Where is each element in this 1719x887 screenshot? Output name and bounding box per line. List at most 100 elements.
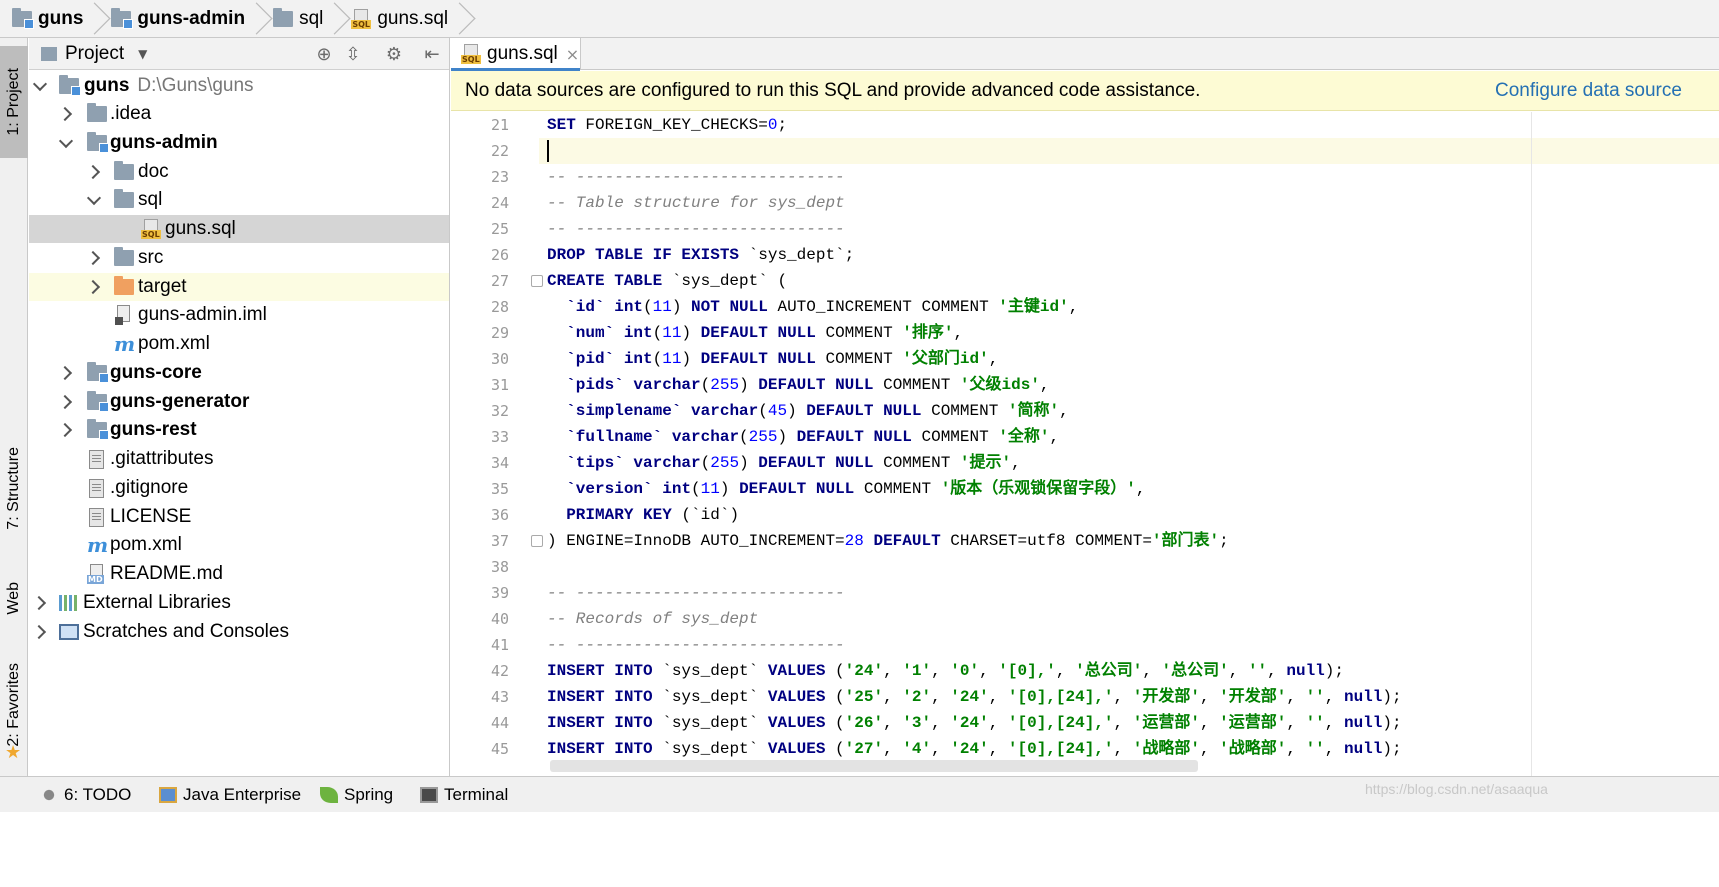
tree-item-readme[interactable]: MD README.md xyxy=(29,560,449,588)
structure-tool-button[interactable]: 7: Structure xyxy=(0,428,28,548)
tab-guns-sql[interactable]: SQL guns.sql × xyxy=(451,38,581,71)
tree-item-label: guns-generator xyxy=(110,391,250,412)
tree-item-guns-generator[interactable]: guns-generator xyxy=(29,388,449,416)
line-number: 21 xyxy=(490,116,509,134)
chevron-right-icon[interactable] xyxy=(87,280,101,294)
code-token: -- ---------------------------- xyxy=(547,220,845,238)
chevron-down-icon[interactable] xyxy=(33,79,47,93)
code-token: ; xyxy=(1219,532,1229,550)
code-token: '版本（乐观锁保留字段）' xyxy=(940,480,1136,498)
code-token: COMMENT xyxy=(873,454,960,472)
breadcrumb-guns[interactable]: guns xyxy=(0,0,89,38)
tree-item-guns-core[interactable]: guns-core xyxy=(29,359,449,387)
chevron-down-icon[interactable] xyxy=(87,193,101,207)
configure-datasource-link[interactable]: Configure data source xyxy=(1495,80,1682,102)
terminal-tool-button[interactable]: Terminal xyxy=(420,777,508,813)
sql-file-icon: SQL xyxy=(351,8,372,29)
code-token: `fullname` xyxy=(566,428,663,446)
project-view-selector[interactable]: Project xyxy=(65,43,124,65)
code-token: -- Table structure for sys_dept xyxy=(547,194,845,212)
tree-item-guns-rest[interactable]: guns-rest xyxy=(29,416,449,444)
chevron-right-icon[interactable] xyxy=(59,107,73,121)
code-token: , xyxy=(1324,740,1344,758)
close-icon[interactable]: × xyxy=(566,45,579,64)
tree-item-license[interactable]: LICENSE xyxy=(29,503,449,531)
code-token: `sys_dept` xyxy=(652,714,768,732)
code-token: int xyxy=(614,298,644,316)
chevron-right-icon[interactable] xyxy=(87,251,101,265)
text-file-icon xyxy=(89,478,104,498)
code-token: ) xyxy=(777,428,797,446)
line-number: 43 xyxy=(490,688,509,706)
tree-item-gitattributes[interactable]: .gitattributes xyxy=(29,445,449,473)
chevron-down-icon[interactable]: ▼ xyxy=(138,47,147,61)
code-token: varchar xyxy=(633,454,701,472)
code-token: ); xyxy=(1382,714,1402,732)
todo-tool-button[interactable]: 6: TODO xyxy=(40,777,131,813)
tree-item-doc[interactable]: doc xyxy=(29,158,449,186)
code-token: ) xyxy=(681,350,701,368)
tree-item-label: pom.xml xyxy=(138,333,210,354)
code-token: , xyxy=(1113,688,1133,706)
java-enterprise-tool-button[interactable]: Java Enterprise xyxy=(159,777,301,813)
code-token: ( xyxy=(691,480,701,498)
chevron-right-icon[interactable] xyxy=(59,423,73,437)
code-token: , xyxy=(1267,662,1287,680)
tree-item-scratches[interactable]: Scratches and Consoles xyxy=(29,618,449,646)
project-icon xyxy=(41,46,57,61)
folder-icon xyxy=(87,103,107,122)
collapse-all-icon[interactable]: ⇳ xyxy=(342,43,364,65)
tree-item-guns[interactable]: guns D:\Guns\guns xyxy=(29,72,449,100)
chevron-right-icon[interactable] xyxy=(33,625,47,639)
spring-tool-button[interactable]: Spring xyxy=(320,777,393,813)
code-token: , xyxy=(988,714,1008,732)
chevron-right-icon[interactable] xyxy=(33,596,47,610)
code-token: ( xyxy=(652,350,663,368)
code-token: AUTO_INCREMENT COMMENT xyxy=(767,298,999,316)
code-token: , xyxy=(988,740,1008,758)
tree-item-sql[interactable]: sql xyxy=(29,186,449,214)
code-line: PRIMARY KEY (`id`) xyxy=(547,502,739,528)
web-tool-button[interactable]: Web xyxy=(0,563,28,633)
code-token: int xyxy=(662,480,692,498)
code-token: , xyxy=(931,688,951,706)
code-token: NOT NULL xyxy=(691,298,768,316)
tree-item-pom-xml-admin[interactable]: m pom.xml xyxy=(29,330,449,358)
locate-icon[interactable]: ⊕ xyxy=(313,43,335,65)
project-tool-button[interactable]: 1: Project xyxy=(0,46,28,158)
code-token: '总公司' xyxy=(1075,662,1143,680)
tree-item-target[interactable]: target xyxy=(29,273,449,301)
hide-panel-icon[interactable]: ⇤ xyxy=(421,43,443,65)
code-token: DEFAULT NULL xyxy=(796,428,912,446)
code-token: , xyxy=(1113,740,1133,758)
chevron-right-icon[interactable] xyxy=(59,366,73,380)
breadcrumb-guns-admin[interactable]: guns-admin xyxy=(99,0,251,38)
chevron-down-icon[interactable] xyxy=(59,136,73,150)
code-editor[interactable]: SET FOREIGN_KEY_CHECKS=0; -- ------------… xyxy=(539,112,1719,776)
gear-icon[interactable]: ⚙ xyxy=(383,43,405,65)
horizontal-scrollbar[interactable] xyxy=(550,760,1198,772)
code-token: , xyxy=(1011,454,1021,472)
code-token: '' xyxy=(1247,662,1268,680)
tree-item-label: guns-admin xyxy=(110,132,218,153)
code-token: `num` xyxy=(566,324,615,342)
tree-item-guns-sql[interactable]: SQL guns.sql xyxy=(29,215,449,243)
tree-item-gitignore[interactable]: .gitignore xyxy=(29,474,449,502)
tree-item-external-libraries[interactable]: External Libraries xyxy=(29,589,449,617)
breadcrumb-guns-sql[interactable]: SQL guns.sql xyxy=(339,0,454,38)
code-token: '[0],[24],' xyxy=(1007,714,1114,732)
tree-item-src[interactable]: src xyxy=(29,244,449,272)
line-number: 33 xyxy=(490,428,509,446)
code-token: '提示' xyxy=(959,454,1012,472)
chevron-right-icon[interactable] xyxy=(59,395,73,409)
tree-item-guns-admin-iml[interactable]: guns-admin.iml xyxy=(29,301,449,329)
tree-item-guns-admin[interactable]: guns-admin xyxy=(29,129,449,157)
chevron-right-icon[interactable] xyxy=(87,165,101,179)
tree-item-pom-xml-root[interactable]: m pom.xml xyxy=(29,531,449,559)
breadcrumb-label: guns.sql xyxy=(377,7,449,29)
line-number: 28 xyxy=(490,298,509,316)
tree-item-idea[interactable]: .idea xyxy=(29,100,449,128)
